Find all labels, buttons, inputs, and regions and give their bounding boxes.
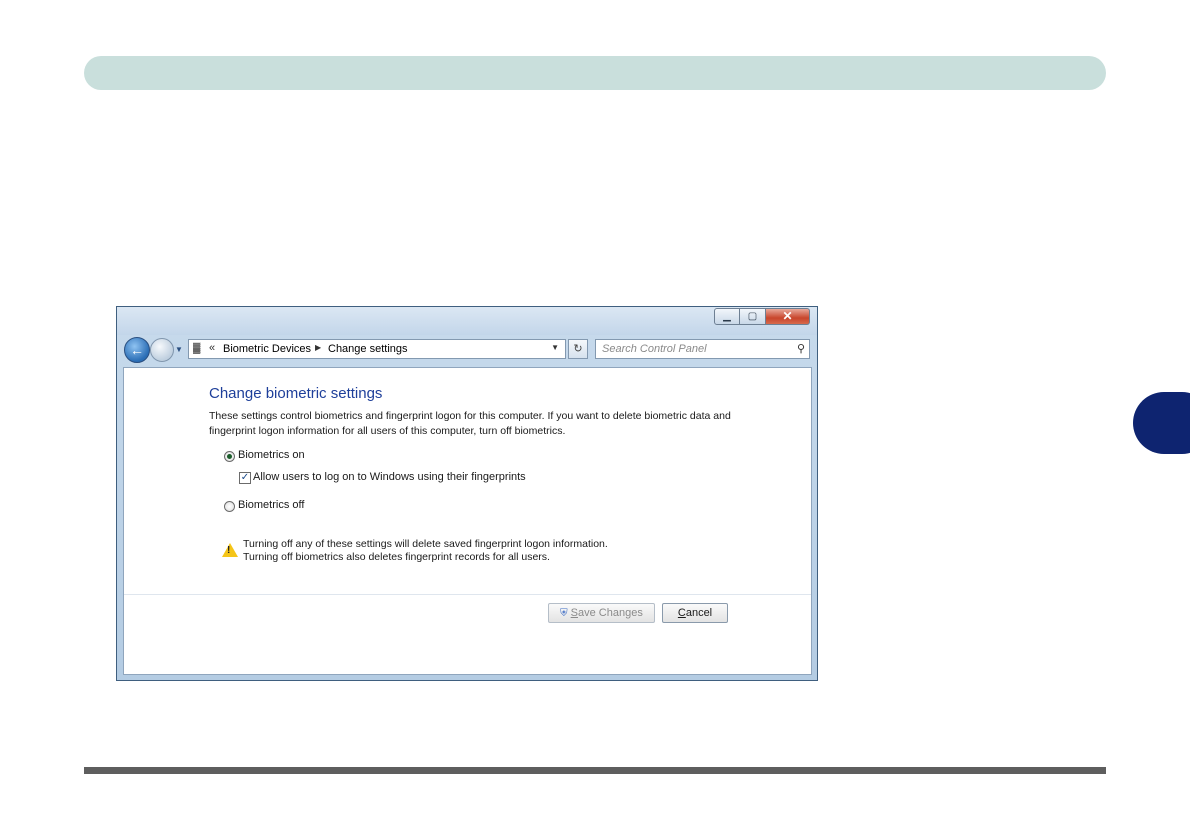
search-icon[interactable]: ⚲ <box>797 342 805 355</box>
title-bar: ▁ ▢ ✕ <box>117 307 817 335</box>
page-description: These settings control biometrics and fi… <box>209 410 731 437</box>
biometrics-on-label[interactable]: Biometrics on <box>238 449 305 461</box>
allow-fingerprint-logon-checkbox[interactable]: ✓ <box>239 472 251 484</box>
close-button[interactable]: ✕ <box>766 308 810 325</box>
recent-pages-chevron-icon[interactable]: ▼ <box>175 345 183 354</box>
save-label: ave Changes <box>578 607 643 619</box>
page-footer-rule <box>84 767 1106 774</box>
main-content: Change biometric settings These settings… <box>123 367 812 675</box>
page-title: Change biometric settings <box>209 385 383 402</box>
warning-line-1: Turning off any of these settings will d… <box>243 538 608 550</box>
search-input[interactable]: Search Control Panel ⚲ <box>595 339 810 359</box>
breadcrumb-biometric-devices[interactable]: Biometric Devices <box>223 343 311 355</box>
fingerprint-icon: ▓ <box>193 343 201 354</box>
biometrics-off-radio[interactable] <box>224 501 235 512</box>
allow-fingerprint-logon-label[interactable]: Allow users to log on to Windows using t… <box>253 471 526 483</box>
search-placeholder: Search Control Panel <box>602 343 707 355</box>
chapter-tab <box>1133 392 1190 454</box>
cancel-button[interactable]: Cancel <box>662 603 728 623</box>
control-panel-window: ▁ ▢ ✕ ← ▼ ▓ « Biometric Devices ▶ Change… <box>116 306 818 681</box>
cancel-mnemonic: C <box>677 607 686 619</box>
save-mnemonic: S <box>570 607 578 619</box>
address-bar[interactable]: ▓ « Biometric Devices ▶ Change settings … <box>188 339 566 359</box>
minimize-button[interactable]: ▁ <box>714 308 740 325</box>
breadcrumb-change-settings[interactable]: Change settings <box>328 343 408 355</box>
warning-text: Turning off any of these settings will d… <box>243 538 608 564</box>
navigation-buttons: ← ▼ <box>124 337 188 363</box>
breadcrumb-overflow[interactable]: « <box>209 342 215 354</box>
address-dropdown-icon[interactable]: ▼ <box>551 343 559 352</box>
breadcrumb-separator-icon[interactable]: ▶ <box>315 343 321 352</box>
cancel-label: ancel <box>685 607 713 619</box>
warning-line-2: Turning off biometrics also deletes fing… <box>243 551 550 563</box>
maximize-button[interactable]: ▢ <box>740 308 766 325</box>
biometrics-off-label[interactable]: Biometrics off <box>238 499 304 511</box>
page-header-bar <box>84 56 1106 90</box>
caption-buttons: ▁ ▢ ✕ <box>714 308 810 325</box>
biometrics-on-radio[interactable] <box>224 451 235 462</box>
forward-arrow-icon[interactable] <box>150 338 174 362</box>
uac-shield-icon: ⛨ <box>560 608 568 619</box>
back-arrow-icon[interactable]: ← <box>124 337 150 363</box>
button-area-divider <box>124 594 811 595</box>
warning-mark: ! <box>227 545 231 556</box>
refresh-icon[interactable]: ↻ <box>568 339 588 359</box>
save-changes-button[interactable]: ⛨ Save Changes <box>548 603 655 623</box>
